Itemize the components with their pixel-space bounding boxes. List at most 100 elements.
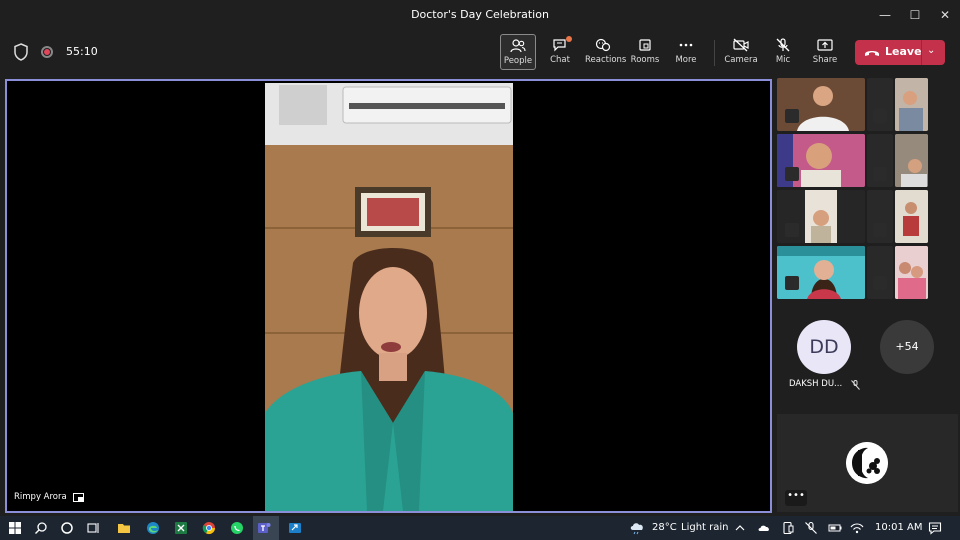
file-explorer-icon[interactable] [117,521,131,535]
mic-label: Mic [775,55,791,65]
speaker-video-frame [265,83,513,511]
teams-taskbar-button[interactable] [253,516,279,540]
chevron-up-icon[interactable] [733,521,747,535]
participant-gallery: DD +54 DAKSH DU... ••• [775,78,960,513]
close-button[interactable]: ✕ [936,6,954,24]
chat-notification-badge [566,36,572,42]
more-label: More [675,55,697,65]
edge-browser-icon[interactable] [146,521,160,535]
task-view-icon[interactable] [87,521,101,535]
minimize-button[interactable]: — [876,6,894,24]
reactions-button[interactable]: Reactions [585,34,627,70]
people-icon [510,39,526,53]
people-button[interactable]: People [500,34,536,70]
title-bar: Doctor's Day Celebration — ☐ ✕ [0,0,960,30]
chrome-icon[interactable] [202,521,216,535]
windows-start-icon[interactable] [8,521,22,535]
participant-tile[interactable] [895,190,928,243]
participant-video [895,190,928,243]
main-stage: Rimpy Arora [5,79,772,513]
mic-off-icon [785,109,799,123]
mic-off-icon [776,38,790,52]
wifi-icon[interactable] [850,521,864,535]
chat-label: Chat [550,55,570,65]
rooms-icon [639,39,651,51]
chevron-down-icon[interactable]: ⌄ [927,45,935,56]
share-label: Share [812,55,838,65]
windows-taskbar: 28°C Light rain 10:01 AM [0,516,960,540]
speaker-name: Rimpy Arora [14,492,67,502]
more-icon [679,43,693,47]
speaker-video [265,83,513,511]
participant-video [777,78,865,131]
participant-tile[interactable] [867,78,893,131]
notification-center-icon[interactable] [928,521,942,535]
maximize-button[interactable]: ☐ [906,6,924,24]
weather-temperature[interactable]: 28°C [652,522,677,533]
participant-tile[interactable] [867,134,893,187]
window-title: Doctor's Day Celebration [411,8,549,21]
meeting-toolbar: 55:10 People Chat Reactions Rooms More C… [0,30,960,76]
participant-tile[interactable] [777,134,865,187]
leave-label: Leave [885,45,922,58]
share-button[interactable]: Share [807,34,843,70]
self-avatar [846,442,888,484]
battery-icon[interactable] [828,521,842,535]
teams-icon [258,523,271,533]
cortana-icon[interactable] [60,521,74,535]
participant-tile[interactable] [895,134,928,187]
mic-off-icon [785,167,799,181]
mic-off-icon [851,380,860,390]
mic-button[interactable]: Mic [765,34,801,70]
participant-video [895,246,928,299]
phone-link-icon[interactable] [781,521,795,535]
participant-tile[interactable] [895,246,928,299]
mic-off-icon [873,167,887,181]
participant-tile[interactable] [777,78,865,131]
participant-tile[interactable] [777,190,865,243]
mic-off-icon [785,276,799,290]
participant-name: DAKSH DU... [789,379,843,389]
mic-off-icon [873,109,887,123]
rooms-label: Rooms [630,55,660,65]
remote-desktop-icon[interactable] [288,521,302,535]
recording-icon [41,46,53,58]
participant-tile[interactable] [895,78,928,131]
excel-icon[interactable] [174,521,188,535]
chat-button[interactable]: Chat [542,34,578,70]
mic-off-icon [873,276,887,290]
camera-label: Camera [724,55,758,65]
toolbar-separator [714,40,715,66]
rooms-button[interactable]: Rooms [627,34,663,70]
self-view-tile[interactable]: ••• [777,414,958,512]
participant-video [895,134,928,187]
mic-off-icon [785,223,799,237]
leave-divider [921,40,922,65]
more-participants-button[interactable]: +54 [880,320,934,374]
flower-logo-icon [846,442,888,484]
more-options-button[interactable]: ••• [785,490,807,506]
camera-button[interactable]: Camera [723,34,759,70]
weather-cloud-rain-icon[interactable] [629,521,647,535]
onedrive-cloud-icon[interactable] [757,521,771,535]
weather-condition[interactable]: Light rain [681,522,729,533]
system-clock[interactable]: 10:01 AM [875,522,922,533]
more-button[interactable]: More [668,34,704,70]
participant-tile[interactable] [867,190,893,243]
participant-tile[interactable] [777,246,865,299]
reactions-label: Reactions [585,55,627,65]
search-icon[interactable] [34,521,48,535]
leave-button[interactable]: Leave ⌄ [855,40,945,65]
screen-share-indicator-icon [73,493,84,502]
shield-icon[interactable] [13,43,29,61]
whatsapp-icon[interactable] [230,521,244,535]
microphone-muted-tray-icon[interactable] [804,521,818,535]
avatar[interactable]: DD [797,320,851,374]
reactions-icon [595,38,611,52]
participant-video [777,246,865,299]
share-icon [817,39,833,51]
hang-up-icon [865,51,879,56]
participant-tile[interactable] [867,246,893,299]
meeting-timer: 55:10 [66,45,98,58]
camera-off-icon [733,38,749,52]
